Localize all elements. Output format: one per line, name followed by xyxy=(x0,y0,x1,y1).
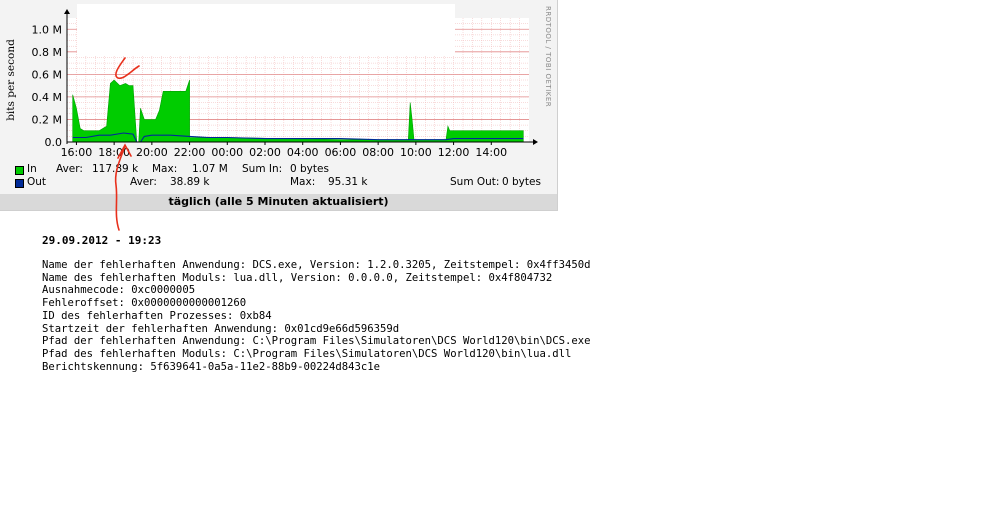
x-tick-label: 18:00 xyxy=(98,146,130,159)
legend-out-aver-value: 38.89 k xyxy=(170,176,210,188)
error-line: Startzeit der fehlerhaften Anwendung: 0x… xyxy=(42,322,400,335)
error-line: Name der fehlerhaften Anwendung: DCS.exe… xyxy=(42,259,591,271)
legend-out-max-value: 95.31 k xyxy=(328,176,368,188)
x-tick-label: 08:00 xyxy=(362,146,394,159)
error-line: Ausnahmecode: 0xc0000005 xyxy=(42,284,196,297)
x-tick-label: 00:00 xyxy=(211,146,243,159)
x-tick-label: 02:00 xyxy=(249,146,281,159)
y-axis-label: bits per second xyxy=(5,39,17,121)
y-tick-label: 1.0 M xyxy=(32,23,62,36)
x-tick-label: 10:00 xyxy=(400,146,432,159)
legend-in-aver-value: 117.89 k xyxy=(92,163,139,175)
x-tick-label: 22:00 xyxy=(174,146,206,159)
rrdtool-credit: RRDTOOL / TOBI OETIKER xyxy=(544,6,552,108)
error-line: Berichtskennung: 5f639641-0a5a-11e2-88b9… xyxy=(42,360,381,373)
legend-out-swatch xyxy=(15,179,24,188)
graph-caption: täglich (alle 5 Minuten aktualisiert) xyxy=(0,194,557,210)
y-tick-label: 0.8 M xyxy=(32,46,62,59)
legend-in-row: In Aver: 117.89 k Max: 1.07 M Sum In: 0 … xyxy=(0,163,557,177)
y-axis-arrow xyxy=(64,9,70,14)
legend-out-aver-label: Aver: xyxy=(130,176,157,188)
y-tick-label: 0.0 xyxy=(45,136,63,149)
legend-out-max-label: Max: xyxy=(290,176,316,188)
y-tick-label: 0.2 M xyxy=(32,113,62,126)
error-line: Pfad der fehlerhaften Anwendung: C:\Prog… xyxy=(42,335,591,348)
legend-in-max-label: Max: xyxy=(152,163,178,175)
legend-out-label: Out xyxy=(27,176,47,188)
error-line: ID des fehlerhaften Prozesses: 0xb84 xyxy=(42,309,272,322)
x-tick-label: 20:00 xyxy=(136,146,168,159)
x-tick-label: 12:00 xyxy=(438,146,470,159)
redacted-block xyxy=(77,4,455,55)
x-tick-label: 04:00 xyxy=(287,146,319,159)
legend-out-sum-label: Sum Out: xyxy=(450,176,500,188)
x-tick-label: 06:00 xyxy=(325,146,357,159)
error-line: Fehleroffset: 0x0000000000001260 xyxy=(42,297,247,310)
error-line: Name des fehlerhaften Moduls: lua.dll, V… xyxy=(42,271,553,284)
legend-in-max-value: 1.07 M xyxy=(192,163,228,175)
error-report-title: 29.09.2012 - 19:23 xyxy=(42,234,162,247)
y-tick-label: 0.4 M xyxy=(32,91,62,104)
error-report-lines: Name der fehlerhaften Anwendung: DCS.exe… xyxy=(42,259,591,373)
legend-in-sum-label: Sum In: xyxy=(242,163,283,175)
legend-in-aver-label: Aver: xyxy=(56,163,83,175)
legend-out-row: Out Aver: 38.89 k Max: 95.31 k Sum Out: … xyxy=(0,176,557,190)
legend-in-swatch xyxy=(15,166,24,175)
x-tick-label: 14:00 xyxy=(475,146,507,159)
traffic-graph-panel: 1.0 M 0.8 M 0.6 M 0.4 M 0.2 M 0.0 16:00 18:00 20… xyxy=(0,0,558,211)
y-tick-label: 0.6 M xyxy=(32,68,62,81)
legend-in-sum-value: 0 bytes xyxy=(290,163,329,175)
error-line: Pfad des fehlerhaften Moduls: C:\Program… xyxy=(42,347,572,360)
legend-out-sum-value: 0 bytes xyxy=(502,176,541,188)
x-axis-arrow xyxy=(533,139,538,145)
x-tick-label: 16:00 xyxy=(61,146,93,159)
legend-in-label: In xyxy=(27,163,37,175)
